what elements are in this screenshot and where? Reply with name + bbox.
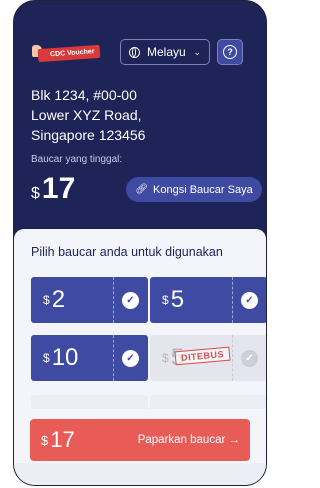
voucher-currency: $ bbox=[43, 351, 50, 365]
voucher-10[interactable]: $ 10 ✓ bbox=[31, 335, 148, 381]
remaining-amount: $ 17 bbox=[31, 172, 75, 206]
remaining-label: Baucar yang tinggal: bbox=[31, 154, 123, 165]
voucher-2[interactable]: $ 2 ✓ bbox=[31, 277, 148, 323]
voucher-value: 10 bbox=[51, 344, 79, 371]
address-line1: Blk 1234, #00-00 bbox=[31, 87, 137, 103]
arrow-right-icon: → bbox=[228, 434, 241, 446]
check-icon: ✓ bbox=[122, 350, 139, 367]
voucher-partial bbox=[31, 395, 148, 409]
link-icon: 🔗︎ bbox=[135, 184, 149, 195]
remaining-value: 17 bbox=[41, 172, 76, 205]
check-icon: ✓ bbox=[241, 350, 258, 367]
bottom-strip bbox=[14, 463, 266, 485]
voucher-value: 5 bbox=[170, 286, 185, 313]
phone-frame: CDC Voucher Melayu ⌄ ? Blk 1234, #00-00 … bbox=[13, 0, 267, 486]
check-icon: ✓ bbox=[241, 292, 258, 309]
globe-icon bbox=[129, 46, 140, 58]
language-selector[interactable]: Melayu ⌄ bbox=[120, 39, 210, 65]
logo-text: CDC Voucher bbox=[37, 44, 100, 63]
cta-label: Paparkan baucar → bbox=[138, 434, 240, 446]
cta-amount: 17 bbox=[50, 427, 75, 452]
voucher-divider bbox=[113, 335, 114, 381]
language-label: Melayu bbox=[147, 45, 186, 59]
voucher-currency: $ bbox=[43, 293, 50, 307]
address-line3: Singapore 123456 bbox=[31, 127, 146, 143]
address-line2: Lower XYZ Road, bbox=[31, 107, 142, 123]
currency-symbol: $ bbox=[31, 185, 40, 202]
header-section: CDC Voucher Melayu ⌄ ? Blk 1234, #00-00 … bbox=[14, 1, 266, 229]
cta-currency: $ bbox=[41, 432, 49, 448]
voucher-currency: $ bbox=[162, 351, 169, 365]
voucher-divider bbox=[232, 277, 233, 323]
voucher-5-used: $ 5 ✓ DITEBUS bbox=[150, 335, 266, 381]
voucher-divider bbox=[113, 277, 114, 323]
cta-label-text: Paparkan baucar bbox=[137, 434, 226, 446]
share-label: Kongsi Baucar Saya bbox=[153, 183, 253, 196]
cdc-voucher-logo: CDC Voucher bbox=[32, 44, 100, 63]
help-button[interactable]: ? bbox=[217, 39, 243, 65]
share-vouchers-button[interactable]: 🔗︎ Kongsi Baucar Saya bbox=[126, 177, 262, 202]
voucher-partial bbox=[150, 395, 266, 409]
voucher-divider bbox=[232, 335, 233, 381]
voucher-5[interactable]: $ 5 ✓ bbox=[150, 277, 266, 323]
voucher-currency: $ bbox=[162, 293, 169, 307]
chevron-down-icon: ⌄ bbox=[193, 46, 201, 57]
voucher-value: 2 bbox=[51, 286, 66, 313]
address: Blk 1234, #00-00 Lower XYZ Road, Singapo… bbox=[31, 85, 145, 145]
show-vouchers-button[interactable]: $ 17 Paparkan baucar → bbox=[30, 419, 250, 461]
check-icon: ✓ bbox=[122, 292, 139, 309]
picker-title: Pilih baucar anda untuk digunakan bbox=[31, 245, 223, 259]
help-icon: ? bbox=[223, 45, 237, 59]
